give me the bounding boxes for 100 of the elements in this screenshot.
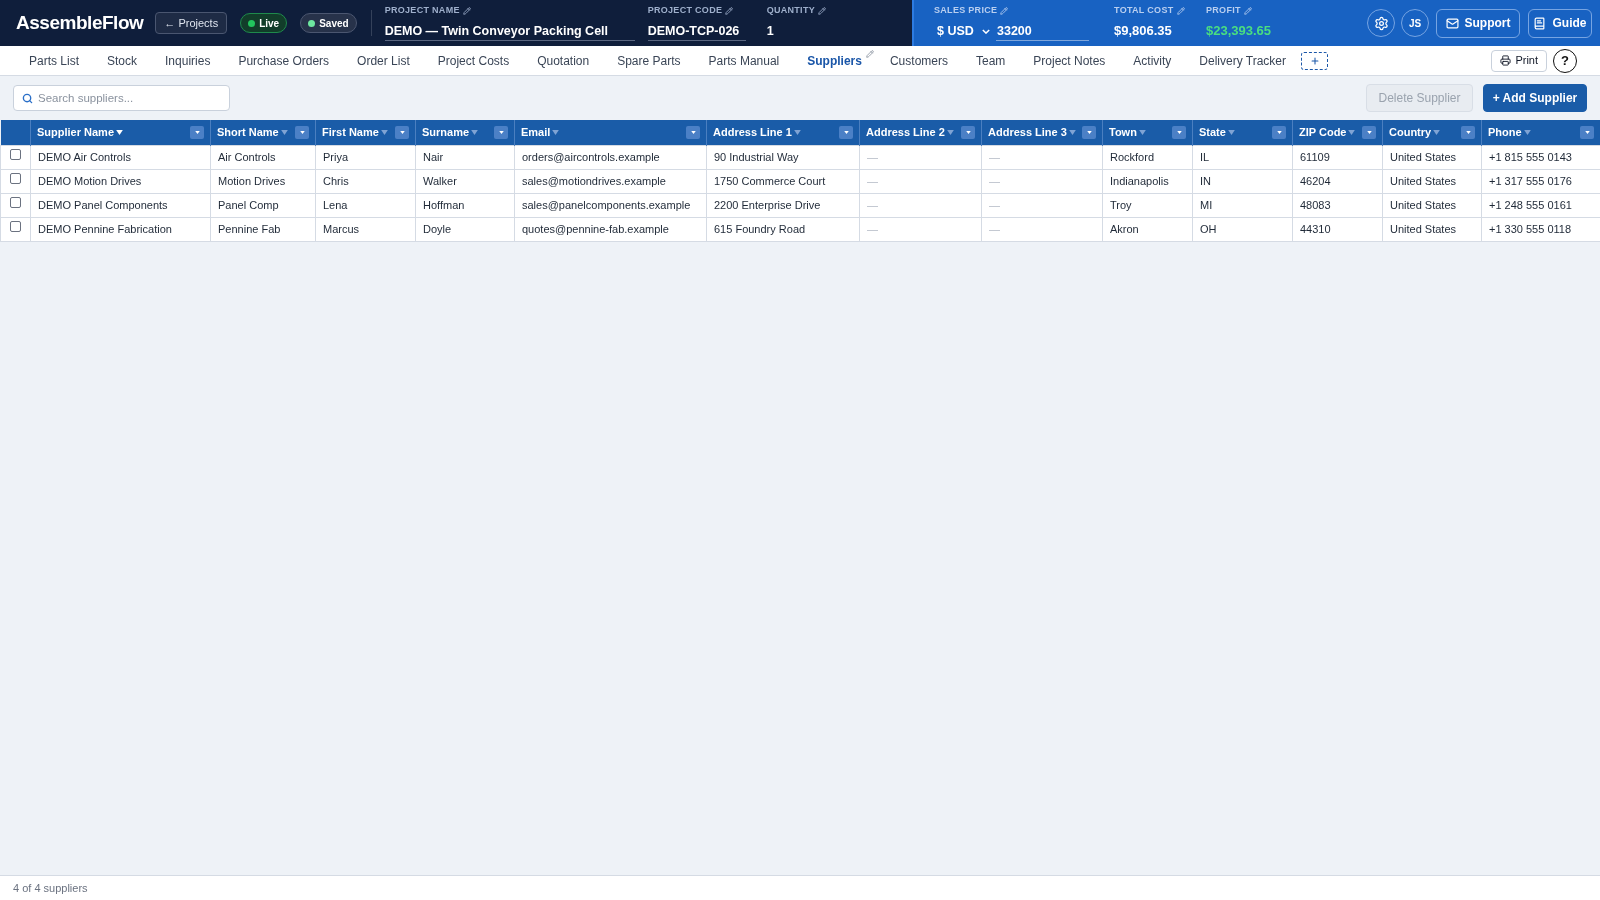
table-cell: sales@panelcomponents.example — [514, 193, 707, 217]
tab[interactable]: Parts Manual — [694, 45, 794, 76]
field-input[interactable]: DEMO — Twin Conveyor Packing Cell — [384, 22, 635, 41]
column-header[interactable]: First Name — [322, 124, 379, 141]
filter-button[interactable] — [1082, 125, 1096, 139]
price-input[interactable]: 33200 — [996, 22, 1089, 41]
table-cell: — — [859, 217, 982, 241]
table-cell: United States — [1382, 169, 1482, 193]
tab[interactable]: Activity — [1119, 45, 1186, 76]
table-cell: Indianapolis — [1102, 169, 1193, 193]
column-header[interactable]: Town — [1109, 124, 1137, 141]
column-header[interactable]: Supplier Name — [37, 124, 115, 141]
caret-icon — [1086, 130, 1092, 134]
table-cell: Chris — [315, 169, 416, 193]
table-cell: Walker — [415, 169, 515, 193]
pencil-icon[interactable] — [725, 7, 734, 15]
field-label: PROJECT CODE — [647, 4, 723, 18]
column-header[interactable]: Surname — [422, 124, 470, 141]
metric-label: PROFIT — [1206, 4, 1241, 18]
table-cell: Air Controls — [210, 145, 316, 169]
table-cell: 44310 — [1292, 217, 1383, 241]
caret-icon — [843, 130, 849, 134]
pencil-icon[interactable] — [462, 7, 471, 15]
tab[interactable]: Purchase Orders — [224, 45, 344, 76]
tab[interactable]: Order List — [343, 45, 424, 76]
filter-button[interactable] — [686, 125, 700, 139]
row-checkbox[interactable] — [10, 172, 21, 184]
table-cell: — — [981, 217, 1103, 241]
tab[interactable]: Delivery Tracker — [1185, 45, 1301, 76]
app-logo: AssembleFlow — [16, 10, 144, 35]
column-header[interactable]: Address Line 3 — [988, 124, 1067, 141]
search-field[interactable]: Search suppliers... — [13, 85, 230, 111]
filter-button[interactable] — [295, 125, 309, 139]
filter-button[interactable] — [1461, 125, 1475, 139]
sort-icon[interactable] — [116, 129, 124, 135]
table-cell: Marcus — [315, 217, 416, 241]
column-header[interactable]: Short Name — [217, 124, 279, 141]
search-icon — [22, 93, 33, 104]
field-label: QUANTITY — [766, 4, 816, 18]
currency-select[interactable]: $ USD — [934, 22, 990, 41]
tab[interactable]: Project Notes — [1019, 45, 1120, 76]
table-cell: 615 Foundry Road — [706, 217, 860, 241]
table-cell: United States — [1382, 145, 1482, 169]
caret-icon — [498, 130, 504, 134]
table-cell: sales@motiondrives.example — [514, 169, 707, 193]
table-cell: orders@aircontrols.example — [514, 145, 707, 169]
column-header[interactable]: Phone — [1488, 124, 1522, 141]
print-button[interactable]: Print — [1491, 49, 1547, 72]
caret-icon — [1276, 130, 1282, 134]
filter-button[interactable] — [1362, 125, 1376, 139]
tab[interactable]: Team — [961, 45, 1020, 76]
tab[interactable]: Parts List — [15, 45, 93, 76]
tab[interactable]: Suppliers — [793, 45, 876, 76]
column-header[interactable]: ZIP Code — [1299, 124, 1347, 141]
tab[interactable]: Customers — [875, 45, 962, 76]
toolbar-button[interactable]: + Add Supplier — [1483, 84, 1587, 112]
tab[interactable]: Inquiries — [151, 45, 225, 76]
row-checkbox[interactable] — [10, 148, 21, 160]
tab[interactable]: Stock — [93, 45, 152, 76]
pencil-icon[interactable] — [1176, 7, 1185, 15]
status-badge: Saved — [300, 13, 357, 33]
filter-button[interactable] — [494, 125, 508, 139]
field-value: 1 — [766, 22, 775, 40]
table-cell: DEMO Air Controls — [30, 145, 211, 169]
row-checkbox[interactable] — [10, 196, 21, 208]
column-header[interactable]: Email — [521, 124, 551, 141]
tab[interactable]: Project Costs — [423, 45, 524, 76]
pencil-icon[interactable] — [1000, 7, 1009, 15]
filter-button[interactable] — [961, 125, 975, 139]
column-header[interactable]: State — [1199, 124, 1226, 141]
filter-button[interactable] — [839, 125, 853, 139]
table-cell: Nair — [415, 145, 515, 169]
table-cell: Pennine Fab — [210, 217, 316, 241]
add-tab-button[interactable] — [1301, 51, 1329, 70]
settings-icon — [1373, 15, 1389, 31]
column-header[interactable]: Country — [1389, 124, 1432, 141]
table-cell: Panel Comp — [210, 193, 316, 217]
header-button[interactable]: Support — [1436, 8, 1520, 38]
tab[interactable]: Spare Parts — [603, 45, 695, 76]
filter-button[interactable] — [395, 125, 409, 139]
table-cell: Motion Drives — [210, 169, 316, 193]
table-cell: Hoffman — [415, 193, 515, 217]
column-header[interactable]: Address Line 1 — [713, 124, 792, 141]
filter-button[interactable] — [1172, 125, 1186, 139]
header-button[interactable]: Guide — [1528, 8, 1592, 38]
filter-button[interactable] — [1580, 125, 1594, 139]
projects-button[interactable]: ← Projects — [155, 12, 228, 34]
mail-icon — [1445, 16, 1459, 30]
filter-button[interactable] — [190, 125, 204, 139]
column-header[interactable]: Address Line 2 — [866, 124, 945, 141]
row-checkbox[interactable] — [10, 220, 21, 232]
table-cell: United States — [1382, 193, 1482, 217]
pencil-icon[interactable] — [1243, 7, 1252, 15]
pencil-icon[interactable] — [818, 7, 827, 15]
filter-button[interactable] — [1272, 125, 1286, 139]
tab[interactable]: Quotation — [523, 45, 604, 76]
book-icon — [1533, 16, 1547, 30]
field-input[interactable]: DEMO-TCP-026 — [647, 22, 746, 41]
table-cell: 46204 — [1292, 169, 1383, 193]
metric-value: $23,393.65 — [1206, 22, 1272, 40]
